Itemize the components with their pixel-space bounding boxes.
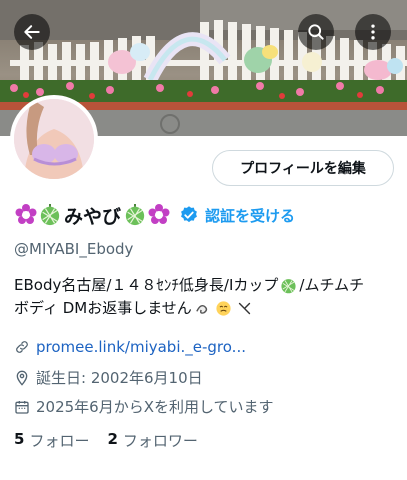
profile-join-date: 2025年6月からXを利用しています xyxy=(14,396,274,417)
calendar-icon xyxy=(15,400,29,414)
search-icon xyxy=(308,24,324,40)
back-arrow-icon xyxy=(24,25,40,39)
melon-icon xyxy=(40,204,60,226)
bio-line-1-tail: /ムチムチ xyxy=(299,276,365,294)
link-icon xyxy=(16,341,28,353)
verified-badge-icon xyxy=(181,206,197,223)
back-button[interactable] xyxy=(14,14,50,50)
location-pin-icon xyxy=(16,370,28,386)
profile-birthday: 誕生日: 2002年6月10日 xyxy=(14,367,203,388)
bio-line-2: ボディ DMお返事しません xyxy=(14,299,192,317)
join-date-text: 2025年6月からXを利用しています xyxy=(36,398,274,416)
arrow-down-right-icon xyxy=(238,302,250,315)
followers-count[interactable]: 2 xyxy=(107,430,117,451)
avatar[interactable] xyxy=(10,95,98,183)
display-name: みやび xyxy=(64,205,122,228)
melon-icon xyxy=(125,204,145,226)
crying-face-icon xyxy=(216,301,231,316)
following-count[interactable]: 5 xyxy=(14,430,24,451)
website-link[interactable]: promee.link/miyabi._e-gro... xyxy=(36,338,246,356)
more-options-button[interactable] xyxy=(355,14,391,50)
bio-line-1: EBody名古屋/１４８ｾﾝﾁ低身長/Iカップ xyxy=(14,276,279,294)
display-name-row: みやび 認証を受ける xyxy=(14,200,295,230)
more-vertical-icon xyxy=(371,24,375,40)
edit-profile-button[interactable]: プロフィールを編集 xyxy=(212,150,394,186)
flower-icon xyxy=(15,204,37,224)
profile-website[interactable]: promee.link/miyabi._e-gro... xyxy=(14,338,246,356)
swirl-icon xyxy=(195,304,207,314)
search-button[interactable] xyxy=(298,14,334,50)
follow-stats: 5 フォロー 2 フォロワー xyxy=(14,430,216,451)
melon-icon xyxy=(281,279,296,294)
bio: EBody名古屋/１４８ｾﾝﾁ低身長/Iカップ /ムチムチ ボディ DMお返事し… xyxy=(14,274,399,320)
user-handle: @MIYABI_Ebody xyxy=(14,240,134,258)
avatar-image xyxy=(14,99,94,179)
get-verified-link[interactable]: 認証を受ける xyxy=(205,205,295,226)
birthday-text: 誕生日: 2002年6月10日 xyxy=(36,369,203,387)
flower-icon xyxy=(148,204,170,224)
following-label[interactable]: フォロー xyxy=(29,430,89,451)
followers-label[interactable]: フォロワー xyxy=(123,430,198,451)
